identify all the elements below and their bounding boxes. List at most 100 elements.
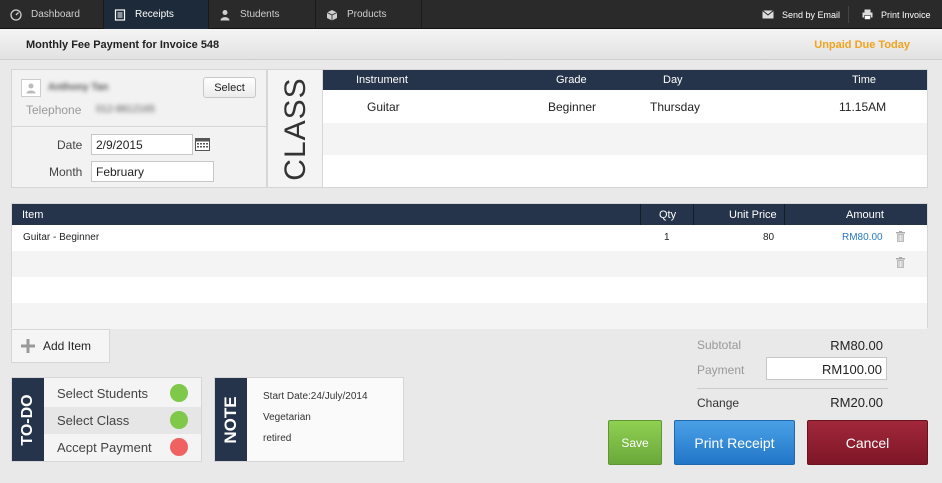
change-label: Change [697,396,740,410]
todo-label-bar: TO-DO [12,378,44,461]
divider [697,388,888,389]
class-grade: Beginner [548,100,597,114]
avatar [21,79,41,97]
item-unit-price: 80 [763,232,775,243]
trash-icon[interactable] [896,231,905,245]
telephone-label: Telephone [26,103,82,117]
tab-receipts[interactable]: Receipts [104,0,209,29]
note-line: Vegetarian [263,412,311,423]
plus-icon [21,339,35,353]
calendar-icon[interactable] [195,137,210,156]
todo-item-select-students[interactable]: Select Students [44,380,201,407]
header-item: Item [22,209,44,221]
send-by-email-label: Send by Email [782,9,841,20]
nav-divider [848,6,849,23]
date-label: Date [57,138,83,152]
student-panel: Anthony Tan Select Telephone 012-8812165… [11,69,267,188]
tab-label: Receipts [135,9,174,20]
receipt-icon [114,8,126,21]
note-label-bar: NOTE [215,378,247,461]
send-by-email-button[interactable]: Send by Email [762,0,840,29]
subtotal-label: Subtotal [697,338,742,352]
header-grade: Grade [556,74,587,86]
title-bar: Monthly Fee Payment for Invoice 548 Unpa… [0,29,942,60]
item-row[interactable]: Guitar - Beginner 1 80 RM80.00 [12,225,927,251]
item-qty: 1 [664,232,670,243]
class-label: CLASS [279,77,312,181]
class-instrument: Guitar [367,100,400,114]
class-table-header: Instrument Grade Day Time [323,70,927,90]
cancel-button[interactable]: Cancel [807,420,928,465]
student-name: Anthony Tan [48,82,109,93]
header-instrument: Instrument [356,74,408,86]
item-name: Guitar - Beginner [23,232,100,243]
class-section-label: CLASS [267,69,322,188]
todo-panel: TO-DO Select Students Select Class Accep… [11,377,202,462]
tab-label: Dashboard [31,9,80,20]
items-table: Item Qty Unit Price Amount Guitar - Begi… [11,203,928,329]
header-unit-price: Unit Price [729,209,777,221]
item-amount[interactable]: RM80.00 [842,232,883,243]
status-dot-pending [170,438,188,456]
printer-icon [862,9,873,20]
payment-input[interactable]: RM100.00 [766,357,887,380]
month-field[interactable]: February [91,161,214,182]
header-amount: Amount [846,209,884,221]
person-icon [219,9,231,21]
todo-item-label: Select Students [57,386,149,401]
trash-icon[interactable] [896,257,905,271]
dashboard-icon [10,8,22,21]
payment-label: Payment [697,363,745,377]
status-dot-done [170,411,188,429]
todo-item-label: Accept Payment [57,440,152,455]
note-label: NOTE [221,396,240,444]
column-divider [640,204,641,225]
tab-students[interactable]: Students [209,0,316,29]
items-table-header: Item Qty Unit Price Amount [12,204,927,225]
todo-item-accept-payment[interactable]: Accept Payment [44,434,201,461]
select-student-button[interactable]: Select [203,77,256,98]
telephone-value: 012-8812165 [96,104,155,115]
status-dot-done [170,384,188,402]
item-row-empty [12,303,927,329]
todo-item-label: Select Class [57,413,130,428]
class-row[interactable]: Guitar Beginner Thursday 11.15AM [323,90,927,122]
save-button[interactable]: Save [608,420,662,465]
class-row-empty [323,123,927,155]
print-receipt-button[interactable]: Print Receipt [674,420,795,465]
person-icon [26,83,36,94]
column-divider [693,204,694,225]
print-invoice-label: Print Invoice [881,9,931,20]
column-divider [784,204,785,225]
page-title: Monthly Fee Payment for Invoice 548 [26,39,220,51]
divider [12,126,266,127]
change-value: RM20.00 [830,395,883,410]
tab-label: Products [347,9,387,20]
class-table: Instrument Grade Day Time Guitar Beginne… [322,69,928,188]
header-qty: Qty [659,209,677,221]
tab-products[interactable]: Products [316,0,422,29]
subtotal-value: RM80.00 [830,338,883,353]
class-row-empty [323,155,927,187]
header-time: Time [852,74,877,86]
top-navigation: Dashboard Receipts Students Products Sen… [0,0,942,29]
header-day: Day [663,74,683,86]
note-panel: NOTE Start Date:24/July/2014 Vegetarian … [214,377,404,462]
add-item-label: Add Item [43,339,92,353]
month-label: Month [49,165,83,179]
class-time: 11.15AM [839,100,887,114]
tab-dashboard[interactable]: Dashboard [0,0,104,29]
print-invoice-button[interactable]: Print Invoice [862,0,931,29]
date-field[interactable]: 2/9/2015 [91,134,193,155]
item-row-empty [12,251,927,277]
status-badge: Unpaid Due Today [814,39,910,51]
envelope-icon [762,10,774,19]
note-line: retired [263,433,292,444]
item-row-empty [12,277,927,303]
class-day: Thursday [650,100,701,114]
note-line: Start Date:24/July/2014 [263,391,368,402]
box-icon [326,9,338,21]
add-item-button[interactable]: Add Item [11,329,110,363]
todo-label: TO-DO [19,394,36,446]
todo-item-select-class[interactable]: Select Class [44,407,201,434]
